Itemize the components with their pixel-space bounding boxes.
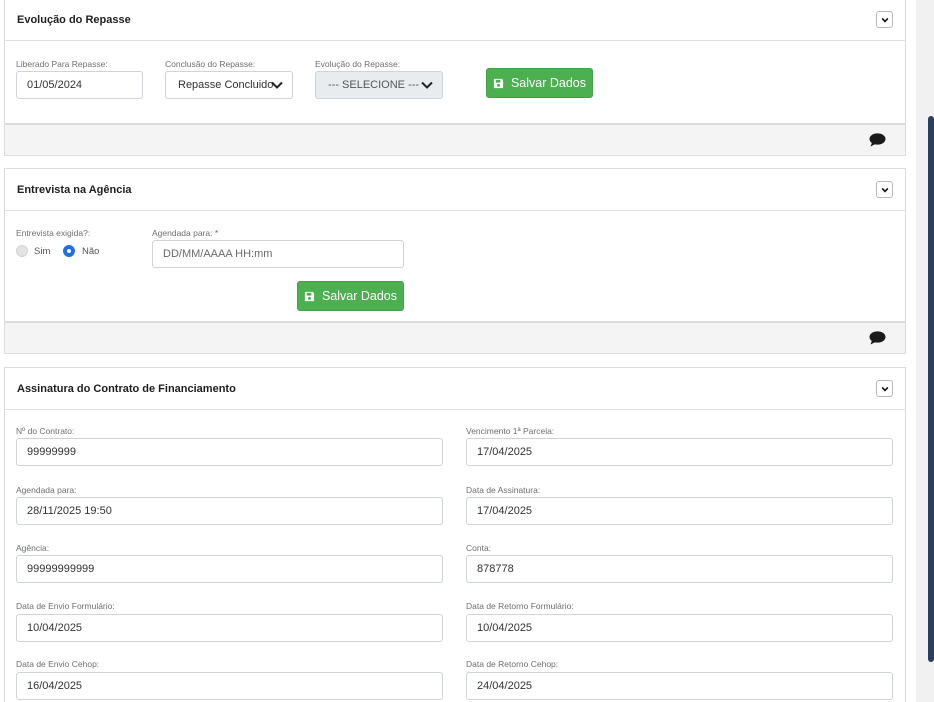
conta-value: 878778 [477,563,514,575]
comments-bar [4,124,906,156]
radio-nao-label: Não [82,246,100,257]
entrevista-card: Entrevista na Agência [4,168,906,322]
chevron-down-icon [271,81,283,89]
agencia-label: Agência: [16,543,50,553]
conta-input[interactable]: 878778 [466,555,893,583]
retorno-cehop-value: 24/04/2025 [477,680,533,692]
retorno-formulario-value: 10/04/2025 [477,622,533,634]
conclusao-label: Conclusão do Repasse: [165,59,256,69]
entrevista-title: Entrevista na Agência [17,183,132,196]
save-button[interactable]: Salvar Dados [486,68,593,98]
agendada-label: Agendada para: * [152,228,218,238]
radio-sim-label: Sim [34,246,51,257]
conta-label: Conta: [466,543,492,553]
assinatura-header: Assinatura do Contrato de Financiamento [5,368,905,410]
conclusao-select[interactable]: Repasse Concluido [165,71,293,99]
agendada-para-input[interactable]: 28/11/2025 19:50 [16,497,443,525]
comment-icon[interactable] [869,133,886,147]
envio-formulario-label: Data de Envio Formulário: [16,601,115,611]
vencimento-value: 17/04/2025 [477,446,533,458]
liberado-input[interactable]: 01/05/2024 [16,71,143,99]
agencia-value: 99999999999 [27,563,95,575]
chevron-down-icon [881,187,888,193]
assinatura-title: Assinatura do Contrato de Financiamento [17,382,236,395]
entrevista-exigida-label: Entrevista exigida?: [16,228,91,238]
numero-contrato-value: 99999999 [27,446,76,458]
agendada-para-value: 28/11/2025 19:50 [27,505,112,517]
page: Evolução do Repasse Liberado Para Repass… [0,0,916,702]
evolucao-select[interactable]: --- SELECIONE --- [315,71,443,99]
data-assinatura-label: Data de Assinatura: [466,485,541,495]
collapse-button[interactable] [876,181,893,198]
envio-formulario-value: 10/04/2025 [27,622,83,634]
liberado-label: Liberado Para Repasse: [16,59,108,69]
retorno-formulario-label: Data de Retorno Formulário: [466,601,574,611]
save-button[interactable]: Salvar Dados [297,281,404,311]
vencimento-input[interactable]: 17/04/2025 [466,438,893,466]
entrevista-header: Entrevista na Agência [5,169,905,211]
agendada-input-field[interactable] [163,248,403,260]
scrollbar-thumb[interactable] [928,116,934,662]
radio-nao[interactable] [63,245,75,257]
chevron-down-icon [881,17,888,23]
required-mark: * [214,228,219,238]
assinatura-card: Assinatura do Contrato de Financiamento [4,367,906,702]
evolucao-repasse-title: Evolução do Repasse [17,13,131,26]
agendada-input[interactable] [152,240,404,268]
evolucao-repasse-card: Evolução do Repasse [4,0,906,124]
retorno-cehop-input[interactable]: 24/04/2025 [466,672,893,700]
vencimento-label: Vencimento 1ª Parcela: [466,426,555,436]
save-button-label: Salvar Dados [510,76,587,90]
envio-formulario-input[interactable]: 10/04/2025 [16,614,443,642]
chevron-down-icon [881,386,888,392]
retorno-formulario-input[interactable]: 10/04/2025 [466,614,893,642]
numero-contrato-input[interactable]: 99999999 [16,438,443,466]
agendada-para-label: Agendada para: [16,485,77,495]
floppy-disk-icon [304,291,315,301]
liberado-value: 01/05/2024 [27,79,83,91]
chevron-down-icon [421,81,433,89]
numero-contrato-label: Nº do Contrato: [16,426,75,436]
radio-sim[interactable] [16,245,28,257]
collapse-button[interactable] [876,11,893,28]
envio-cehop-label: Data de Envio Cehop: [16,659,100,669]
data-assinatura-input[interactable]: 17/04/2025 [466,497,893,525]
comment-icon[interactable] [869,331,886,345]
collapse-button[interactable] [876,380,893,397]
evolucao-repasse-header: Evolução do Repasse [5,0,905,41]
envio-cehop-value: 16/04/2025 [27,680,83,692]
floppy-disk-icon [493,78,504,88]
evolucao-label: Evolução do Repasse: [315,59,401,69]
evolucao-value: --- SELECIONE --- [328,79,420,91]
data-assinatura-value: 17/04/2025 [477,505,533,517]
agencia-input[interactable]: 99999999999 [16,555,443,583]
envio-cehop-input[interactable]: 16/04/2025 [16,672,443,700]
agendada-label-text: Agendada para: [152,228,213,238]
retorno-cehop-label: Data de Retorno Cehop: [466,659,559,669]
comments-bar [4,322,906,354]
save-button-label: Salvar Dados [321,289,398,303]
conclusao-value: Repasse Concluido [178,79,274,91]
